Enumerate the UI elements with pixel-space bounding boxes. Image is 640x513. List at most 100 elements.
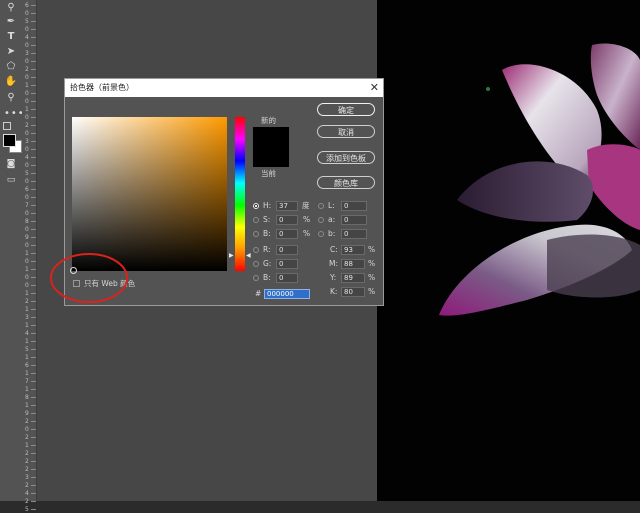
color-libraries-button[interactable]: 颜色库 [317, 176, 375, 189]
cyan-field[interactable]: 93 [341, 245, 365, 255]
ruler-tick [31, 141, 36, 142]
path-select-icon[interactable]: ➤ [4, 46, 18, 58]
lotus-photo [377, 0, 640, 501]
cyan-unit: % [368, 245, 376, 254]
quick-mask-icon[interactable]: ◙ [4, 158, 18, 170]
ruler-tick [31, 93, 36, 94]
ruler-tick [31, 317, 36, 318]
hue-field[interactable]: 37 [276, 201, 298, 211]
ruler-tick [31, 493, 36, 494]
ruler-tick [31, 357, 36, 358]
tools-panel: ⚲ ✒ T ➤ ⬠ ✋ ⚲ ••• ◙ ▭ [0, 0, 24, 501]
ruler-tick [31, 45, 36, 46]
screen-mode-icon[interactable]: ▭ [4, 174, 18, 186]
ruler-tick [31, 381, 36, 382]
ruler-tick [31, 125, 36, 126]
saturation-radio[interactable] [253, 217, 259, 223]
ruler-tick [31, 309, 36, 310]
red-radio[interactable] [253, 247, 259, 253]
type-tool-icon[interactable]: T [4, 31, 18, 43]
ruler-tick [31, 285, 36, 286]
blue-key: B: [263, 273, 271, 282]
hue-slider-left-arrow[interactable]: ▶ [229, 252, 234, 259]
ruler-tick [31, 437, 36, 438]
new-color-swatch [253, 127, 289, 147]
hex-field[interactable]: 000000 [264, 289, 310, 299]
lab-l-radio[interactable] [318, 203, 324, 209]
magenta-key: M: [329, 259, 338, 268]
ruler-tick [31, 221, 36, 222]
hand-tool-icon[interactable]: ✋ [4, 76, 18, 88]
ruler-tick [31, 213, 36, 214]
ruler-tick [31, 205, 36, 206]
lab-b-key: b: [328, 229, 336, 238]
lab-b-radio[interactable] [318, 231, 324, 237]
ruler-tick [31, 485, 36, 486]
saturation-key: S: [263, 215, 271, 224]
dialog-titlebar[interactable]: 拾色器（前景色） ✕ [65, 79, 383, 97]
green-radio[interactable] [253, 261, 259, 267]
ruler-tick [31, 133, 36, 134]
new-color-label: 新的 [261, 116, 276, 125]
lab-a-radio[interactable] [318, 217, 324, 223]
black-unit: % [368, 287, 376, 296]
ruler-tick [31, 277, 36, 278]
foreground-color-swatch[interactable] [3, 134, 16, 147]
green-key: G: [263, 259, 272, 268]
brightness-key: B: [263, 229, 271, 238]
hue-slider-right-arrow[interactable]: ◀ [246, 252, 251, 259]
ruler-tick [31, 173, 36, 174]
default-colors-icon[interactable] [3, 122, 11, 130]
cancel-button[interactable]: 取消 [317, 125, 375, 138]
ruler-tick [31, 421, 36, 422]
ruler-tick [31, 261, 36, 262]
add-to-swatches-button[interactable]: 添加到色板 [317, 151, 375, 164]
ruler-tick [31, 229, 36, 230]
saturation-field[interactable]: 0 [276, 215, 298, 225]
ruler-tick [31, 13, 36, 14]
ruler-tick [31, 477, 36, 478]
ok-button[interactable]: 确定 [317, 103, 375, 116]
ruler-tick [31, 349, 36, 350]
red-field[interactable]: 0 [276, 245, 298, 255]
brightness-radio[interactable] [253, 231, 259, 237]
ruler-tick [31, 101, 36, 102]
zoom-icon[interactable]: ⚲ [4, 92, 18, 104]
lab-l-field[interactable]: 0 [341, 201, 367, 211]
ruler-tick [31, 373, 36, 374]
ruler-tick [31, 253, 36, 254]
ruler-tick [31, 189, 36, 190]
shape-tool-icon[interactable]: ⬠ [4, 61, 18, 73]
close-icon[interactable]: ✕ [370, 79, 379, 97]
lab-a-field[interactable]: 0 [341, 215, 367, 225]
lab-l-key: L: [328, 201, 335, 210]
hue-unit: 度 [302, 201, 310, 210]
color-field[interactable] [72, 117, 227, 271]
brightness-unit: % [303, 229, 311, 238]
green-field[interactable]: 0 [276, 259, 298, 269]
yellow-field[interactable]: 89 [341, 273, 365, 283]
ruler-tick [31, 389, 36, 390]
pen-tool-icon[interactable]: ✒ [4, 16, 18, 28]
ruler-tick [31, 117, 36, 118]
ruler-tick [31, 37, 36, 38]
brightness-field[interactable]: 0 [276, 229, 298, 239]
lab-b-field[interactable]: 0 [341, 229, 367, 239]
red-key: R: [263, 245, 271, 254]
hue-radio[interactable] [253, 203, 259, 209]
zoom-tool-icon[interactable]: ⚲ [4, 2, 18, 14]
ruler-tick [31, 413, 36, 414]
ruler-tick [31, 109, 36, 110]
lotus-image [439, 43, 640, 316]
current-color-swatch[interactable] [253, 147, 289, 167]
blue-radio[interactable] [253, 275, 259, 281]
black-field[interactable]: 80 [341, 287, 365, 297]
blue-field[interactable]: 0 [276, 273, 298, 283]
hue-slider[interactable] [235, 117, 245, 271]
magenta-field[interactable]: 88 [341, 259, 365, 269]
ruler-tick [31, 293, 36, 294]
more-tools-icon[interactable]: ••• [4, 108, 24, 120]
ruler-tick [31, 21, 36, 22]
ruler-tick [31, 5, 36, 6]
ruler-tick [31, 325, 36, 326]
